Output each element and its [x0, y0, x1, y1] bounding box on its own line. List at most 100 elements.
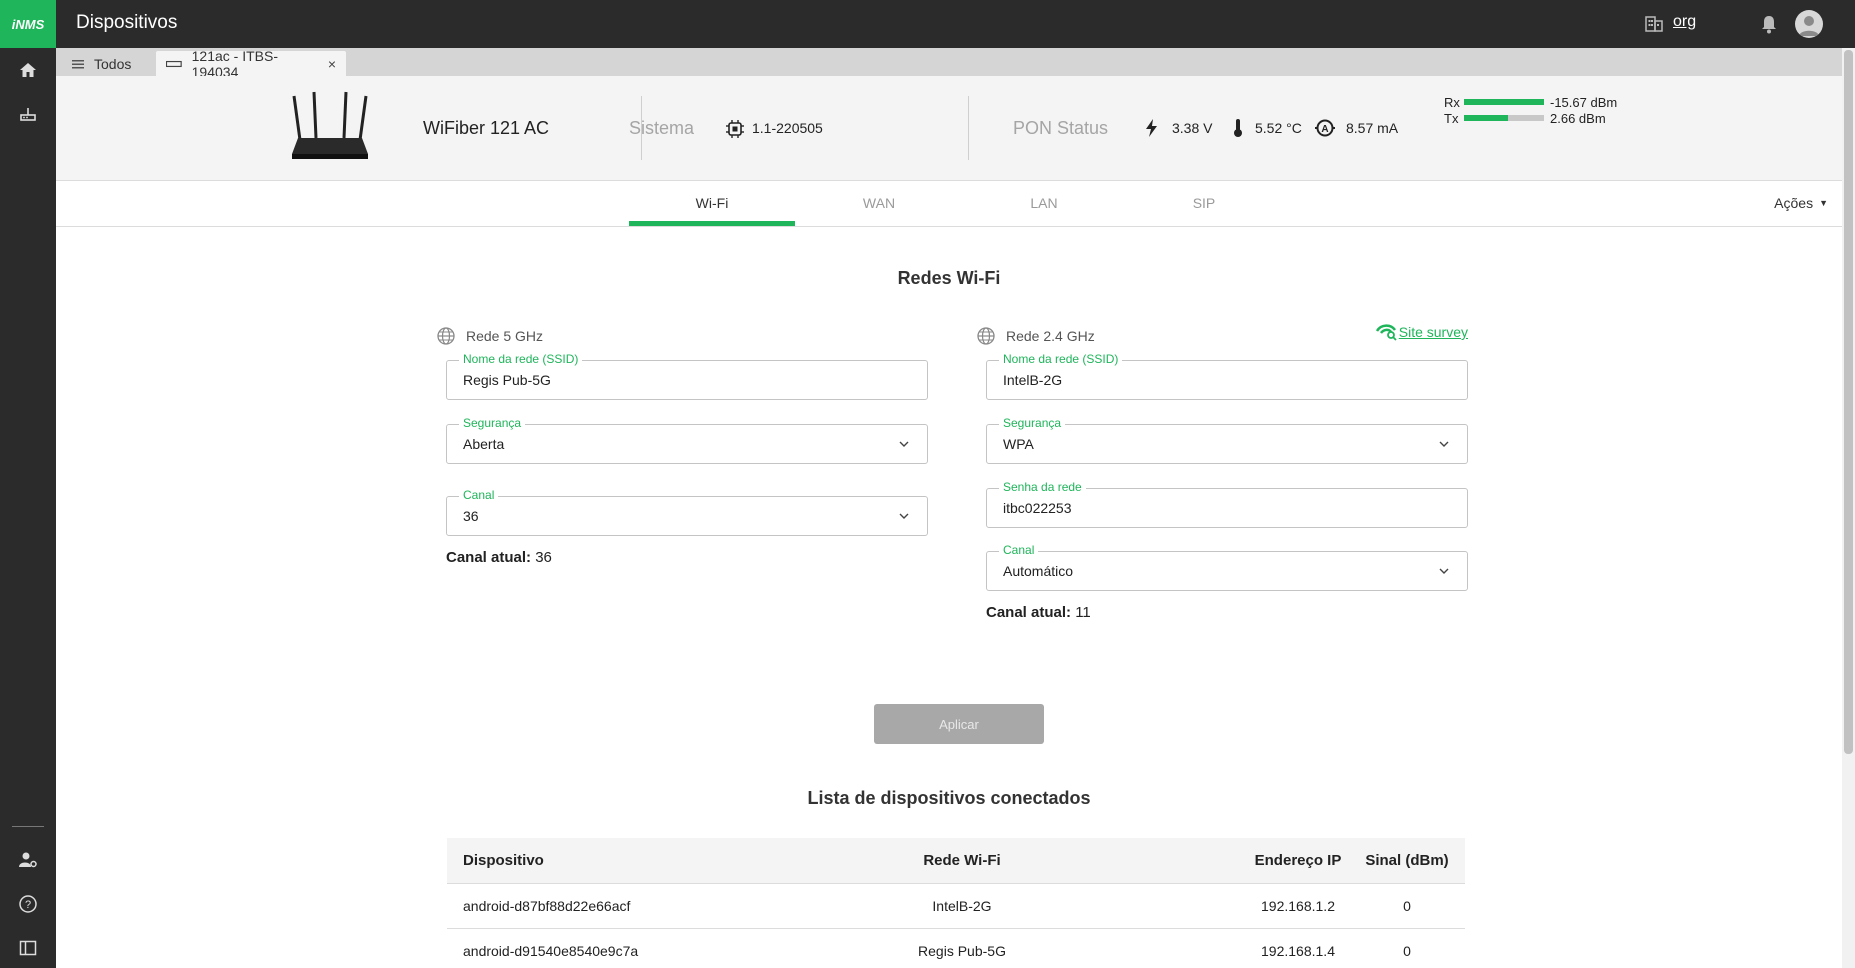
- list-icon: [72, 59, 84, 68]
- channel-24ghz-select[interactable]: Canal Automático: [986, 543, 1468, 591]
- caret-down-icon: ▼: [1819, 198, 1828, 208]
- channel-24ghz-value: Automático: [1003, 563, 1074, 579]
- chevron-down-icon: [899, 441, 909, 447]
- chevron-down-icon: [1439, 441, 1449, 447]
- current-channel-24ghz-value: 11: [1075, 604, 1091, 621]
- current-channel-5ghz-label: Canal atual:: [446, 549, 532, 566]
- home-icon[interactable]: [18, 60, 38, 80]
- channel-5ghz-select[interactable]: Canal 36: [446, 488, 928, 536]
- building-icon: [1645, 16, 1663, 32]
- app-logo[interactable]: iNMS: [0, 0, 56, 48]
- device-ip: 192.168.1.2: [1261, 898, 1335, 914]
- network-5ghz-heading: Rede 5 GHz: [436, 326, 543, 346]
- device-wifi: IntelB-2G: [932, 898, 992, 914]
- ssid-5ghz-field[interactable]: Nome da rede (SSID) Regis Pub-5G: [446, 352, 928, 400]
- tab-all[interactable]: Todos: [62, 51, 141, 76]
- security-24ghz-select[interactable]: Segurança WPA: [986, 416, 1468, 464]
- tab-wifi[interactable]: Wi-Fi: [629, 195, 795, 211]
- help-icon[interactable]: ?: [18, 894, 38, 914]
- network-24ghz-heading: Rede 2.4 GHz: [976, 326, 1095, 346]
- tab-wan[interactable]: WAN: [796, 195, 962, 211]
- table-header: Dispositivo Rede Wi-Fi Endereço IP Sinal…: [447, 838, 1465, 884]
- scrollbar-thumb[interactable]: [1844, 50, 1853, 754]
- ssid-24ghz-label: Nome da rede (SSID): [999, 352, 1123, 366]
- devices-section-title: Lista de dispositivos conectados: [807, 788, 1091, 808]
- security-24ghz-label: Segurança: [999, 416, 1066, 430]
- apply-button[interactable]: Aplicar: [874, 704, 1044, 744]
- optical-power: Rx -15.67 dBm Tx 2.66 dBm: [1444, 94, 1617, 126]
- tab-all-label: Todos: [94, 55, 132, 72]
- tab-lan[interactable]: LAN: [961, 195, 1127, 211]
- current-value: 8.57 mA: [1346, 120, 1399, 136]
- device-header: WiFiber 121 AC Sistema 1.1-220505 PON St…: [56, 76, 1842, 181]
- rx-bar: [1464, 99, 1544, 105]
- channel-5ghz-label: Canal: [459, 488, 499, 502]
- site-survey-label: Site survey: [1398, 324, 1468, 340]
- connected-devices-table: Dispositivo Rede Wi-Fi Endereço IP Sinal…: [447, 838, 1465, 968]
- security-24ghz-value: WPA: [1003, 436, 1034, 452]
- tx-value: 2.66 dBm: [1550, 110, 1606, 126]
- active-tab-indicator: [629, 221, 795, 226]
- thermometer-icon: [1234, 119, 1242, 137]
- svg-text:A: A: [1321, 124, 1328, 135]
- ssid-5ghz-label: Nome da rede (SSID): [459, 352, 583, 366]
- current-channel-24ghz-label: Canal atual:: [986, 604, 1072, 621]
- password-24ghz-field[interactable]: Senha da rede itbc022253: [986, 480, 1468, 528]
- sidebar: ?: [0, 48, 56, 968]
- user-settings-icon[interactable]: [18, 850, 38, 870]
- firmware-version: 1.1-220505: [752, 120, 823, 136]
- user-icon: [1799, 16, 1819, 36]
- tx-bar: [1464, 115, 1544, 121]
- ssid-5ghz-value: Regis Pub-5G: [463, 372, 551, 388]
- close-icon[interactable]: ×: [328, 56, 336, 72]
- channel-5ghz-value: 36: [463, 508, 479, 524]
- table-row[interactable]: android-d91540e8540e9c7a Regis Pub-5G 19…: [447, 929, 1465, 968]
- header-wifi: Rede Wi-Fi: [923, 852, 1001, 869]
- device-signal: 0: [1403, 898, 1411, 914]
- top-bar: iNMS Dispositivos org: [0, 0, 1855, 48]
- actions-menu[interactable]: Ações ▼: [1774, 195, 1828, 211]
- site-survey-link[interactable]: Site survey: [1375, 322, 1468, 342]
- bell-icon[interactable]: [1760, 14, 1778, 34]
- rx-value: -15.67 dBm: [1550, 94, 1618, 110]
- tx-label: Tx: [1444, 110, 1459, 126]
- table-row[interactable]: android-d87bf88d22e66acf IntelB-2G 192.1…: [447, 884, 1465, 929]
- radar-icon: [1375, 324, 1397, 341]
- tab-sip[interactable]: SIP: [1121, 195, 1287, 211]
- device-name: android-d91540e8540e9c7a: [463, 943, 639, 959]
- header-divider: [968, 96, 969, 160]
- tx-row: Tx 2.66 dBm: [1444, 110, 1617, 126]
- org-link[interactable]: org: [1673, 13, 1696, 31]
- avatar[interactable]: [1795, 10, 1823, 38]
- current-channel-5ghz: Canal atual: 36: [446, 549, 552, 566]
- tab-device-label: 121ac - ITBS-194034: [191, 47, 279, 80]
- channel-24ghz-label: Canal: [999, 543, 1039, 557]
- header-ip: Endereço IP: [1254, 852, 1342, 869]
- ssid-24ghz-value: IntelB-2G: [1003, 372, 1063, 388]
- chip-icon: [726, 120, 744, 138]
- security-5ghz-value: Aberta: [463, 436, 505, 452]
- collapse-sidebar-icon[interactable]: [18, 938, 38, 958]
- current-channel-24ghz: Canal atual: 11: [986, 604, 1091, 621]
- scrollbar[interactable]: [1842, 48, 1855, 968]
- rx-bar-fill: [1464, 99, 1544, 105]
- tab-device[interactable]: 121ac - ITBS-194034 ×: [156, 48, 346, 80]
- device-wifi: Regis Pub-5G: [918, 943, 1006, 959]
- device-icon: [166, 60, 182, 67]
- router-icon[interactable]: [18, 104, 38, 124]
- ssid-24ghz-field[interactable]: Nome da rede (SSID) IntelB-2G: [986, 352, 1468, 400]
- network-24ghz-title: Rede 2.4 GHz: [1006, 328, 1095, 344]
- device-signal: 0: [1403, 943, 1411, 959]
- security-5ghz-select[interactable]: Segurança Aberta: [446, 416, 928, 464]
- pon-status-label: PON Status: [1013, 118, 1109, 138]
- tx-bar-fill: [1464, 115, 1508, 121]
- router-image: [292, 91, 368, 159]
- header-device: Dispositivo: [463, 852, 544, 869]
- chevron-down-icon: [899, 513, 909, 519]
- chevron-down-icon: [1439, 568, 1449, 574]
- temperature-value: 5.52 °C: [1255, 120, 1302, 136]
- header-signal: Sinal (dBm): [1365, 852, 1449, 869]
- wifi-content: Redes Wi-Fi Rede 5 GHz Nome da rede (SSI…: [56, 228, 1842, 968]
- password-24ghz-label: Senha da rede: [999, 480, 1086, 494]
- device-model: WiFiber 121 AC: [423, 118, 550, 138]
